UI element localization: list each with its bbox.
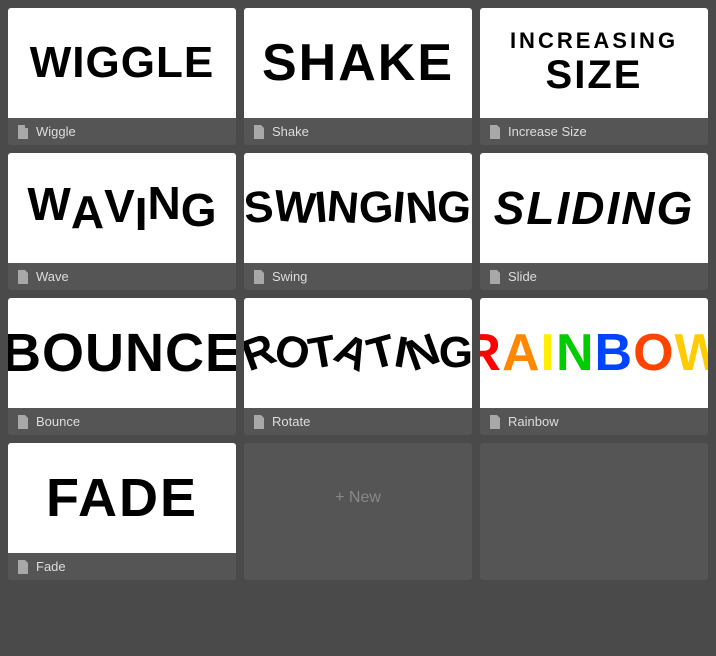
card-rainbow[interactable]: RAINBOW Rainbow — [480, 298, 708, 435]
card-swing-label: Swing — [244, 263, 472, 290]
rotate-preview-text: ROTATING — [244, 328, 472, 378]
doc-icon-wave — [16, 270, 30, 284]
card-fade-preview: FADE — [8, 443, 236, 553]
rainbow-label-text: Rainbow — [508, 414, 559, 429]
doc-icon-swing — [252, 270, 266, 284]
bounce-label-text: Bounce — [36, 414, 80, 429]
card-rainbow-label: Rainbow — [480, 408, 708, 435]
slide-preview-text: SLIDING — [494, 181, 695, 235]
animation-grid: WIGGLE Wiggle SHAKE Shake — [0, 0, 716, 588]
card-swing-preview: SWINGING — [244, 153, 472, 263]
increase-size-label-text: Increase Size — [508, 124, 587, 139]
bounce-preview-text: BOUNCE — [8, 322, 236, 384]
wave-label-text: Wave — [36, 269, 69, 284]
new-card-content: + New — [335, 489, 381, 507]
doc-icon — [16, 125, 30, 139]
card-increase-size-preview: INCREASING SIZE — [480, 8, 708, 118]
card-slide-label: Slide — [480, 263, 708, 290]
doc-icon-increase — [488, 125, 502, 139]
doc-icon-fade — [16, 560, 30, 574]
swing-preview-text: SWINGING — [244, 183, 471, 233]
wave-preview-text: WAVING — [27, 181, 216, 235]
doc-icon-rainbow — [488, 415, 502, 429]
wiggle-preview-text: WIGGLE — [30, 38, 214, 88]
card-rotate[interactable]: ROTATING Rotate — [244, 298, 472, 435]
card-new-preview[interactable]: + New — [244, 443, 472, 553]
card-slide-preview: SLIDING — [480, 153, 708, 263]
card-wiggle-label: Wiggle — [8, 118, 236, 145]
shake-label-text: Shake — [272, 124, 309, 139]
card-bounce[interactable]: BOUNCE Bounce — [8, 298, 236, 435]
card-wiggle-preview: WIGGLE — [8, 8, 236, 118]
fade-label-text: Fade — [36, 559, 66, 574]
swing-label-text: Swing — [272, 269, 307, 284]
increase-size-preview-text: INCREASING SIZE — [510, 29, 678, 97]
card-shake-preview: SHAKE — [244, 8, 472, 118]
card-wiggle[interactable]: WIGGLE Wiggle — [8, 8, 236, 145]
card-bounce-label: Bounce — [8, 408, 236, 435]
card-shake[interactable]: SHAKE Shake — [244, 8, 472, 145]
doc-icon-shake — [252, 125, 266, 139]
wiggle-label-text: Wiggle — [36, 124, 76, 139]
card-fade-label: Fade — [8, 553, 236, 580]
card-rainbow-preview: RAINBOW — [480, 298, 708, 408]
card-rotate-preview: ROTATING — [244, 298, 472, 408]
card-rotate-label: Rotate — [244, 408, 472, 435]
doc-icon-rotate — [252, 415, 266, 429]
card-slide[interactable]: SLIDING Slide — [480, 153, 708, 290]
card-new[interactable]: + New — [244, 443, 472, 580]
card-bounce-preview: BOUNCE — [8, 298, 236, 408]
card-swing[interactable]: SWINGING Swing — [244, 153, 472, 290]
increase-text-line2: SIZE — [510, 53, 678, 97]
rotate-label-text: Rotate — [272, 414, 310, 429]
doc-icon-slide — [488, 270, 502, 284]
card-increase-size-label: Increase Size — [480, 118, 708, 145]
card-fade[interactable]: FADE Fade — [8, 443, 236, 580]
card-wave-label: Wave — [8, 263, 236, 290]
shake-preview-text: SHAKE — [262, 33, 454, 93]
card-empty-preview — [480, 443, 708, 553]
card-shake-label: Shake — [244, 118, 472, 145]
rainbow-preview-text: RAINBOW — [480, 323, 708, 383]
card-wave-preview: WAVING — [8, 153, 236, 263]
doc-icon-bounce — [16, 415, 30, 429]
increase-text-line1: INCREASING — [510, 29, 678, 53]
slide-label-text: Slide — [508, 269, 537, 284]
new-card-label: + New — [335, 489, 381, 507]
card-wave[interactable]: WAVING Wave — [8, 153, 236, 290]
card-increase-size[interactable]: INCREASING SIZE Increase Size — [480, 8, 708, 145]
card-empty — [480, 443, 708, 580]
fade-preview-text: FADE — [46, 467, 198, 529]
